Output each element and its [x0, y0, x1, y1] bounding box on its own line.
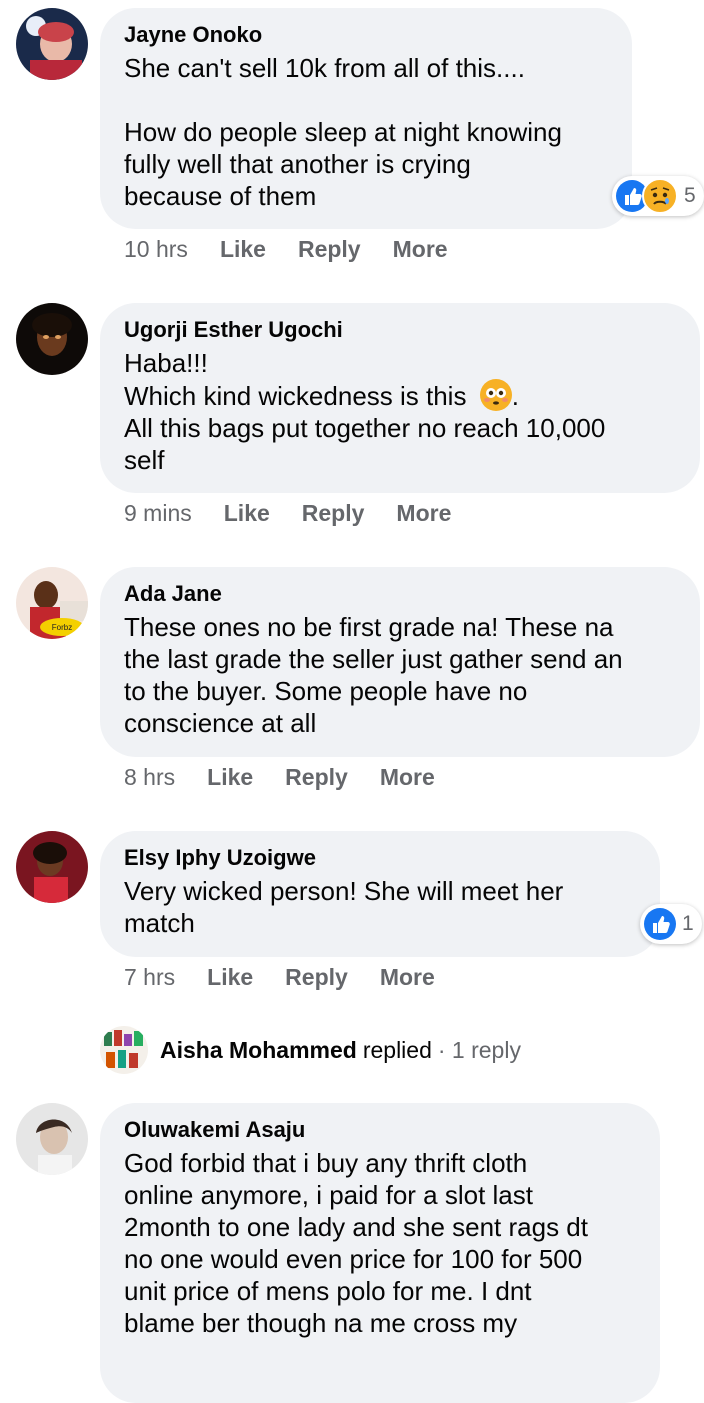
comment-bubble: Oluwakemi Asaju God forbid that i buy an… [100, 1103, 660, 1403]
replied-label: replied [362, 1036, 432, 1063]
comment-actions: 7 hrs Like Reply More [124, 964, 435, 991]
avatar [100, 1026, 148, 1074]
reply-button[interactable]: Reply [298, 236, 361, 263]
comment-author[interactable]: Ada Jane [124, 581, 676, 607]
comment-timestamp[interactable]: 10 hrs [124, 236, 188, 263]
comment-bubble: Jayne Onoko She can't sell 10k from all … [100, 8, 632, 229]
reply-button[interactable]: Reply [302, 500, 365, 527]
comment-text-part: Haba!!! Which kind wickedness is this [124, 348, 467, 411]
more-button[interactable]: More [380, 764, 435, 791]
like-reaction-icon [644, 908, 676, 940]
reaction-summary[interactable]: 1 [640, 904, 702, 944]
comment-text: God forbid that i buy any thrift cloth o… [124, 1148, 588, 1338]
reaction-count: 1 [682, 912, 694, 935]
reply-button[interactable]: Reply [285, 764, 348, 791]
view-replies-link[interactable]: Aisha Mohammed replied · 1 reply [100, 1026, 521, 1074]
flushed-face-icon [479, 379, 512, 411]
svg-text:Forbz: Forbz [52, 623, 72, 632]
reaction-summary[interactable]: 5 [612, 176, 704, 216]
avatar[interactable] [16, 8, 88, 80]
comment-author[interactable]: Ugorji Esther Ugochi [124, 317, 676, 343]
comment-bubble: Elsy Iphy Uzoigwe Very wicked person! Sh… [100, 831, 660, 957]
avatar[interactable] [16, 303, 88, 375]
reply-count: · 1 reply [437, 1036, 521, 1063]
comment-author[interactable]: Jayne Onoko [124, 22, 608, 48]
comment-timestamp[interactable]: 7 hrs [124, 964, 175, 991]
comment-bubble: Ada Jane These ones no be first grade na… [100, 567, 700, 757]
comment-actions: 8 hrs Like Reply More [124, 764, 435, 791]
like-button[interactable]: Like [220, 236, 266, 263]
avatar[interactable]: Forbz [16, 567, 88, 639]
comment-actions: 10 hrs Like Reply More [124, 236, 448, 263]
avatar[interactable] [16, 831, 88, 903]
sad-reaction-icon [642, 178, 678, 214]
avatar[interactable] [16, 1103, 88, 1175]
comment-author[interactable]: Oluwakemi Asaju [124, 1117, 636, 1143]
like-button[interactable]: Like [207, 964, 253, 991]
comment-timestamp[interactable]: 8 hrs [124, 764, 175, 791]
comment-bubble: Ugorji Esther Ugochi Haba!!! Which kind … [100, 303, 700, 493]
comment-text: These ones no be first grade na! These n… [124, 612, 623, 738]
comment-text: Haba!!! Which kind wickedness is this . … [124, 347, 676, 476]
comment-timestamp[interactable]: 9 mins [124, 500, 192, 527]
more-button[interactable]: More [380, 964, 435, 991]
comment-actions: 9 mins Like Reply More [124, 500, 451, 527]
reply-button[interactable]: Reply [285, 964, 348, 991]
more-button[interactable]: More [396, 500, 451, 527]
reaction-count: 5 [684, 184, 696, 207]
reply-author: Aisha Mohammed [160, 1036, 357, 1063]
more-button[interactable]: More [393, 236, 448, 263]
like-button[interactable]: Like [224, 500, 270, 527]
comment-text: She can't sell 10k from all of this.... … [124, 53, 562, 211]
comment-author[interactable]: Elsy Iphy Uzoigwe [124, 845, 636, 871]
comment-text: Very wicked person! She will meet her ma… [124, 876, 564, 938]
like-button[interactable]: Like [207, 764, 253, 791]
